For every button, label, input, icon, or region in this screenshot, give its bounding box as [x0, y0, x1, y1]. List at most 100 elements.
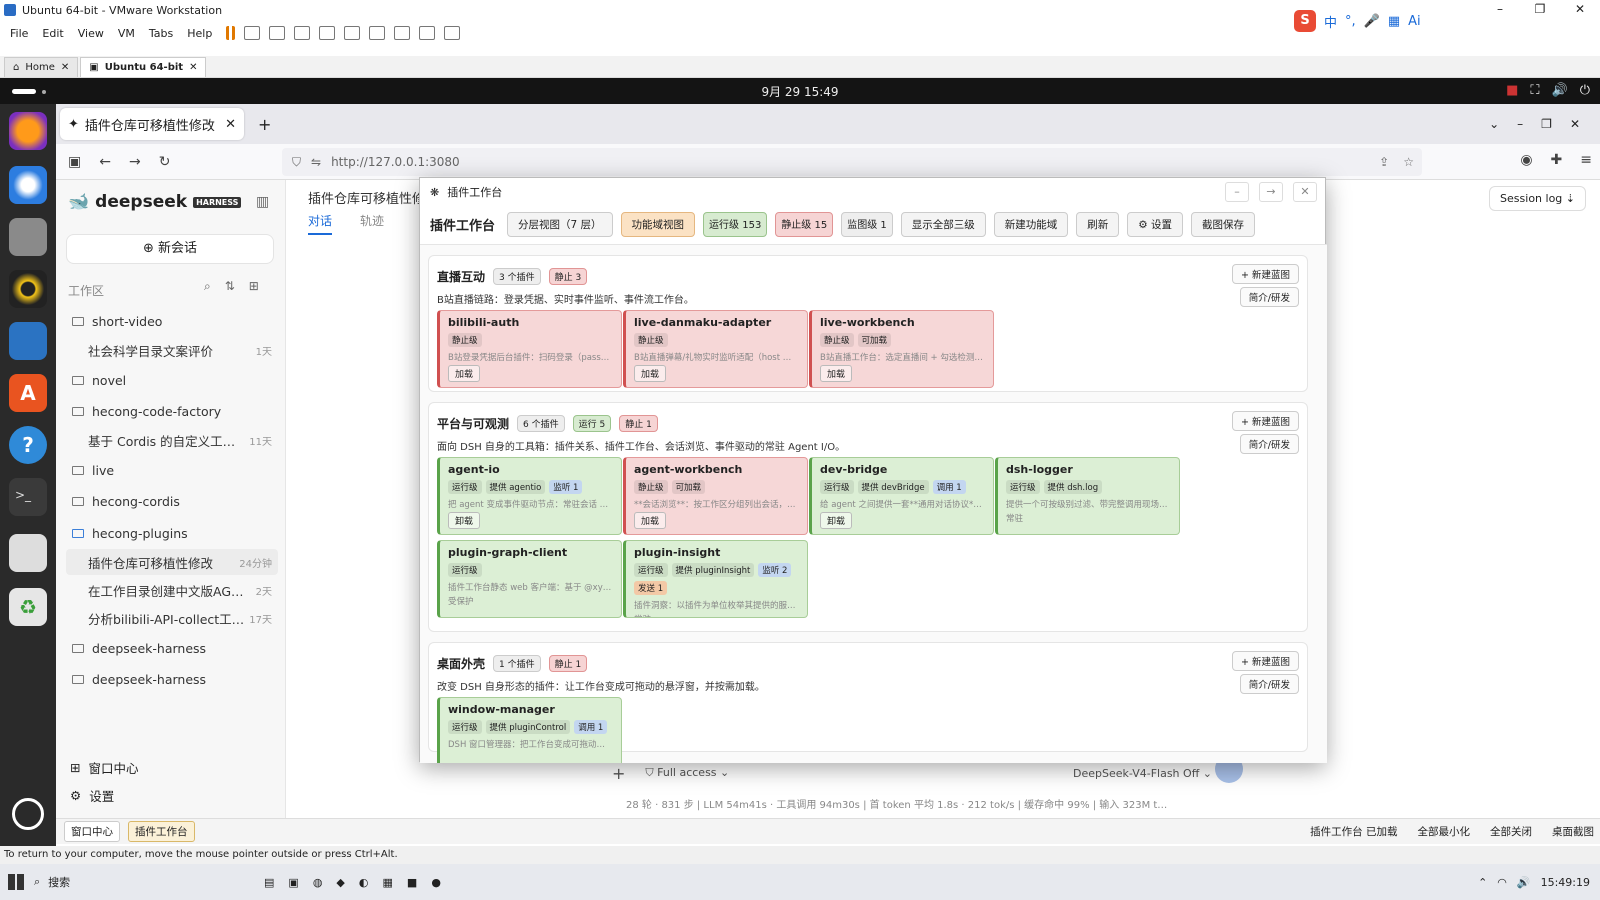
workspace-folder[interactable]: short-video	[66, 308, 278, 334]
load-button[interactable]: 加载	[634, 365, 667, 382]
new-tab-icon[interactable]: +	[258, 115, 271, 134]
trash-icon[interactable]: ♻	[9, 588, 47, 626]
toolbar-button[interactable]: 刷新	[1076, 211, 1120, 237]
reload-icon[interactable]: ↻	[159, 154, 171, 170]
menu-file[interactable]: File	[10, 27, 28, 40]
app-taskbar-icon[interactable]: ◆	[336, 876, 344, 889]
url-bar[interactable]: ⛉ ⇋ http://127.0.0.1:3080 ⇪ ☆	[282, 148, 1422, 176]
fullscreen-icon[interactable]	[394, 26, 411, 40]
session-log-button[interactable]: Session log ⇣	[1489, 186, 1586, 211]
back-icon[interactable]: ←	[99, 154, 111, 170]
system-tray[interactable]: ■ ⛶ 🔊 ⏻	[1506, 83, 1590, 98]
intro-button[interactable]: 简介/研发	[1239, 434, 1299, 454]
stretch-icon[interactable]	[444, 26, 461, 40]
wifi-icon[interactable]: ◠	[1497, 876, 1507, 889]
workspace-folder[interactable]: deepseek-harness	[66, 666, 278, 692]
toolbar-button[interactable]: 静止级 15	[775, 211, 834, 237]
restore-icon[interactable]: ❐	[1520, 0, 1560, 20]
workbench-titlebar[interactable]: ❋ 插件工作台	[420, 178, 1327, 206]
close-icon[interactable]: ✕	[1293, 182, 1317, 202]
plugin-card[interactable]: agent-io 运行级 提供 agentio 监听 1 把 agent 变成事件驱动节…	[437, 457, 622, 535]
menu-tabs[interactable]: Tabs	[149, 27, 173, 40]
toolbar-button[interactable]: ⚙ 设置	[1127, 211, 1184, 237]
send-keys-icon[interactable]	[244, 26, 261, 40]
strip-window-center[interactable]: 窗口中心	[64, 821, 120, 842]
thumbnail-icon[interactable]	[369, 26, 386, 40]
bookmark-star-icon[interactable]: ☆	[1403, 155, 1414, 169]
help-icon[interactable]: ?	[9, 426, 47, 464]
unload-button[interactable]: 卸载	[820, 512, 853, 529]
plugin-card[interactable]: plugin-graph-client 运行级 插件工作台静态 web 客户端：基于…	[437, 540, 622, 618]
library-icon[interactable]	[344, 26, 361, 40]
dock-arrow-icon[interactable]: →	[1259, 182, 1283, 202]
snapshot-icon[interactable]	[269, 26, 286, 40]
workstation-taskbar-icon[interactable]: ▦	[383, 876, 393, 889]
app-center-icon[interactable]: A	[9, 374, 47, 412]
minimize-all-button[interactable]: 全部最小化	[1418, 824, 1471, 839]
menu-vm[interactable]: VM	[118, 27, 135, 40]
restore-icon[interactable]: ❐	[1541, 117, 1552, 131]
session-item[interactable]: 社会科学目录文案评价 1天	[66, 337, 278, 363]
tab-chat[interactable]: 对话	[308, 212, 333, 235]
terminal-icon[interactable]: >_	[9, 478, 47, 516]
windows-start-icon[interactable]	[8, 874, 24, 890]
menu-icon[interactable]: ≡	[1580, 152, 1592, 168]
text-editor-icon[interactable]	[9, 534, 47, 572]
tab-trace[interactable]: 轨迹	[360, 212, 384, 235]
plugin-card[interactable]: agent-workbench 静止级 可加载 **会话浏览**：按工作区分组列出会话…	[623, 457, 808, 535]
load-button[interactable]: 加载	[820, 365, 853, 382]
menu-view[interactable]: View	[78, 27, 104, 40]
desktop-screenshot-button[interactable]: 桌面截图	[1552, 824, 1594, 839]
writer-icon[interactable]	[9, 322, 47, 360]
plugin-card[interactable]: live-danmaku-adapter 静止级 B站直播弹幕/礼物实时监听适配（h…	[623, 310, 808, 388]
close-icon[interactable]: ✕	[189, 62, 197, 73]
share-icon[interactable]: ⇪	[1379, 155, 1389, 169]
list-tabs-icon[interactable]: ⌄	[1489, 117, 1499, 131]
load-button[interactable]: 加载	[634, 512, 667, 529]
new-blueprint-button[interactable]: + 新建蓝图	[1232, 411, 1299, 431]
plugin-card[interactable]: dsh-logger 运行级 提供 dsh.log 提供一个可按级别过滤、带完整调用现…	[995, 457, 1180, 535]
vm-tab-home[interactable]: ⌂ Home ✕	[4, 57, 79, 77]
forward-icon[interactable]: →	[129, 154, 141, 170]
minimize-icon[interactable]: –	[1517, 117, 1523, 131]
taskbar-search[interactable]: ⌕ 搜索	[34, 874, 234, 890]
taskbar-clock[interactable]: 15:49:19	[1541, 876, 1590, 889]
close-icon[interactable]: ✕	[1560, 0, 1600, 20]
toolbar-button[interactable]: 截图保存	[1191, 211, 1256, 237]
unload-button[interactable]: 卸载	[448, 512, 481, 529]
workspace-folder[interactable]: live	[66, 457, 278, 483]
files-icon[interactable]	[9, 218, 47, 256]
sidebar-toggle-icon[interactable]: ▣	[68, 154, 81, 170]
firefox-taskbar-icon[interactable]: ◍	[313, 876, 323, 889]
snapshot-manager-icon[interactable]	[319, 26, 336, 40]
toolbar-button[interactable]: 运行级 153	[703, 211, 768, 237]
clock[interactable]: 9月 29 15:49	[0, 83, 1600, 100]
console-icon[interactable]	[419, 26, 436, 40]
settings-item[interactable]: ⚙ 设置	[70, 786, 114, 805]
edge-taskbar-icon[interactable]: ◐	[359, 876, 369, 889]
session-item[interactable]: 在工作目录创建中文版AGENT… 2天	[66, 577, 278, 603]
firefox-icon[interactable]	[9, 112, 47, 150]
menu-help[interactable]: Help	[187, 27, 212, 40]
workspace-folder[interactable]: hecong-cordis	[66, 488, 278, 514]
toolbar-button[interactable]: 功能域视图	[620, 211, 696, 237]
show-apps-icon[interactable]	[12, 798, 44, 830]
toolbar-button[interactable]: 新建功能域	[993, 211, 1069, 237]
model-select[interactable]: DeepSeek-V4-Flash Off ⌄	[1073, 767, 1212, 780]
session-item[interactable]: 插件仓库可移植性修改 24分钟	[66, 549, 278, 575]
close-icon[interactable]: ✕	[225, 117, 236, 132]
rhythmbox-icon[interactable]	[9, 270, 47, 308]
extensions-icon[interactable]: ✚	[1551, 152, 1563, 168]
vm-tab-ubuntu[interactable]: ▣ Ubuntu 64-bit ✕	[80, 57, 207, 77]
plugin-card[interactable]: window-manager 运行级 提供 pluginControl 调用 1 DSH…	[437, 697, 622, 763]
minimize-icon[interactable]: –	[1225, 182, 1249, 202]
close-icon[interactable]: ✕	[1570, 117, 1580, 131]
terminal-taskbar-icon[interactable]: ■	[407, 876, 417, 889]
new-chat-button[interactable]: ⊕ 新会话	[66, 234, 274, 264]
strip-plugin-workbench[interactable]: 插件工作台	[128, 821, 195, 842]
new-blueprint-button[interactable]: + 新建蓝图	[1232, 651, 1299, 671]
github-taskbar-icon[interactable]: ●	[431, 876, 441, 889]
chevron-up-icon[interactable]: ⌃	[1478, 876, 1487, 889]
toolbar-button[interactable]: 分层视图（7 层）	[507, 211, 613, 237]
volume-icon[interactable]: 🔊	[1517, 876, 1531, 889]
